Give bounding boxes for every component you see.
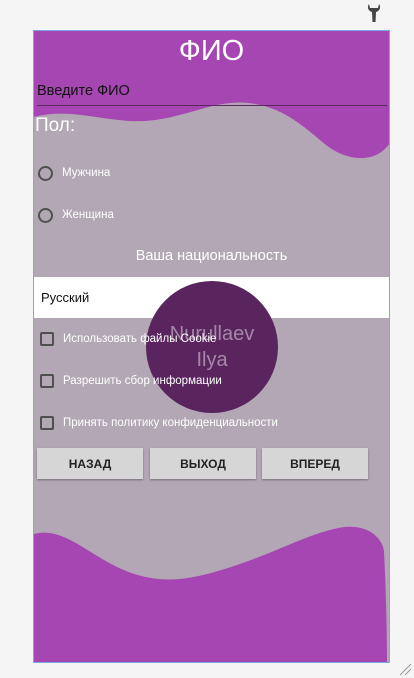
gender-label: Пол: xyxy=(35,115,76,136)
checkbox-privacy-policy[interactable]: Принять политику конфиденциальности xyxy=(40,414,278,432)
nationality-value: Русский xyxy=(41,290,90,305)
exit-button[interactable]: ВЫХОД xyxy=(150,448,256,479)
watermark-line2: Ilya xyxy=(196,349,228,371)
radio-label-male: Мужчина xyxy=(62,167,111,179)
radio-label-female: Женщина xyxy=(62,209,114,221)
wrench-icon[interactable] xyxy=(363,2,385,24)
checkbox-box[interactable] xyxy=(40,416,54,430)
radio-button[interactable] xyxy=(38,165,53,181)
nationality-label: Ваша национальность xyxy=(135,248,288,264)
next-button[interactable]: ВПЕРЕД xyxy=(262,448,368,479)
checkbox-label-privacy-policy: Принять политику конфиденциальности xyxy=(63,417,278,429)
radio-button[interactable] xyxy=(38,207,53,223)
checkbox-box[interactable] xyxy=(40,332,54,346)
checkbox-label-data-collection: Разрешить сбор информации xyxy=(63,375,222,387)
resize-grip-icon[interactable] xyxy=(396,660,412,676)
radio-option-female[interactable]: Женщина xyxy=(38,205,114,225)
checkbox-cookies[interactable]: Использовать файлы Cookie xyxy=(40,330,216,348)
back-button[interactable]: НАЗАД xyxy=(37,448,143,479)
app-screen: ФИО Введите ФИО Пол: Мужчина Женщина Ваш… xyxy=(33,30,390,663)
name-field[interactable]: Введите ФИО xyxy=(37,81,387,106)
page-title: ФИО xyxy=(178,35,245,67)
checkbox-box[interactable] xyxy=(40,374,54,388)
radio-option-male[interactable]: Мужчина xyxy=(38,163,110,183)
checkbox-data-collection[interactable]: Разрешить сбор информации xyxy=(40,372,222,390)
checkbox-label-cookies: Использовать файлы Cookie xyxy=(63,333,217,345)
